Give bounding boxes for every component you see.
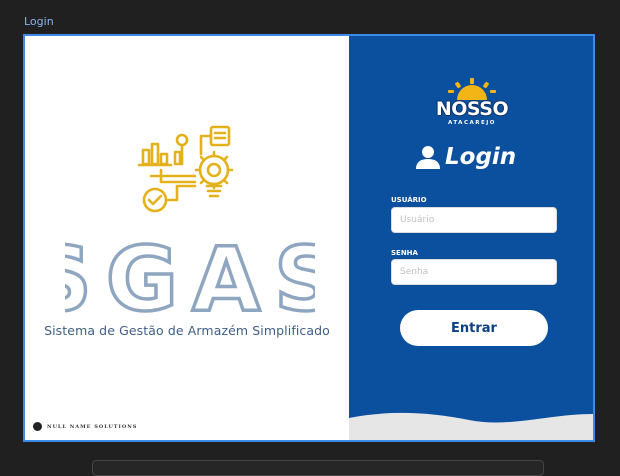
- credit-text: NULL NAME SOLUTIONS: [47, 423, 138, 430]
- company-logo-tagline: ATACAREJO: [448, 120, 496, 126]
- company-logo-name: NOSSO: [435, 98, 509, 120]
- login-heading: Login: [415, 144, 516, 170]
- wave-decoration: [349, 412, 593, 440]
- credit: NULL NAME SOLUTIONS: [33, 422, 137, 431]
- window-title: Login: [24, 15, 54, 28]
- user-icon: [416, 146, 440, 169]
- password-input[interactable]: [391, 259, 557, 285]
- login-panel: NOSSO ATACAREJO Login USUÁRIO SENHA Entr…: [349, 36, 593, 440]
- company-logo: NOSSO ATACAREJO: [435, 78, 509, 126]
- username-label: USUÁRIO: [391, 196, 427, 204]
- login-title: Login: [445, 144, 517, 170]
- credit-logo-icon: [33, 422, 42, 431]
- app-logo: SGAS: [65, 232, 315, 318]
- chart-gear-lightbulb-icon: [137, 125, 234, 213]
- app-subtitle: Sistema de Gestão de Armazém Simplificad…: [44, 323, 330, 338]
- bottom-bar: [92, 460, 544, 476]
- password-label: SENHA: [391, 249, 418, 257]
- username-input[interactable]: [391, 207, 557, 233]
- sun-icon: [448, 78, 496, 100]
- login-button[interactable]: Entrar: [400, 310, 548, 346]
- login-window: SGAS Sistema de Gestão de Armazém Simpli…: [23, 34, 595, 442]
- brand-panel: SGAS Sistema de Gestão de Armazém Simpli…: [25, 36, 349, 440]
- app-title: SGAS: [65, 232, 315, 318]
